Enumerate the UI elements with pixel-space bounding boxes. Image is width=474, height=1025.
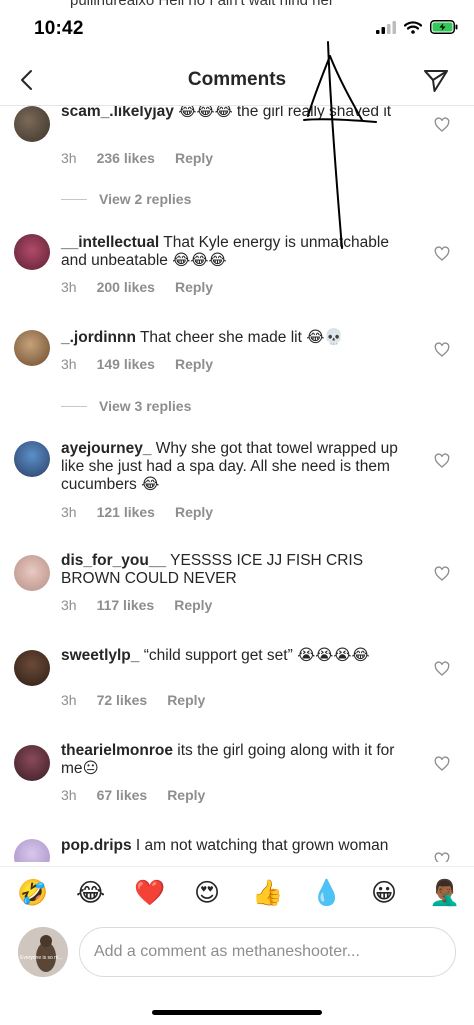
comment-time: 3h	[61, 504, 77, 520]
comment-likes[interactable]: 149 likes	[97, 356, 155, 372]
avatar[interactable]	[14, 650, 50, 686]
avatar-caption: Everyone is so m...	[20, 955, 63, 961]
view-replies-label[interactable]: View 3 replies	[99, 398, 191, 414]
tears-of-joy-emoji-icon[interactable]: 😂	[76, 879, 105, 907]
comment-body: __intellectual That Kyle energy is unmat…	[61, 234, 416, 270]
avatar[interactable]	[14, 330, 50, 366]
reply-button[interactable]: Reply	[174, 597, 212, 613]
red-heart-emoji-icon[interactable]: ❤️	[134, 879, 165, 907]
like-heart-icon[interactable]	[434, 852, 450, 862]
rofl-emoji-icon[interactable]: 🤣	[17, 879, 48, 907]
comment-meta: 3h 149 likes Reply	[61, 356, 213, 372]
comment-time: 3h	[61, 692, 77, 708]
comment-time: 3h	[61, 597, 77, 613]
wifi-icon	[404, 20, 422, 34]
comment-username[interactable]: dis_for_you__	[61, 552, 166, 569]
like-heart-icon[interactable]	[434, 661, 450, 677]
like-heart-icon[interactable]	[434, 342, 450, 358]
reply-button[interactable]: Reply	[167, 787, 205, 803]
quick-emoji-bar: 🤣 😂 ❤️ 😍 👍 💧 😀 🤦🏾‍♂️	[0, 866, 474, 918]
comment-likes[interactable]: 72 likes	[97, 692, 148, 708]
view-replies-button[interactable]: View 3 replies	[61, 398, 191, 414]
comment-meta: 3h 236 likes Reply	[61, 150, 213, 166]
comment-likes[interactable]: 200 likes	[97, 279, 155, 295]
replies-divider	[61, 405, 87, 407]
avatar[interactable]	[14, 839, 50, 862]
comment-text: “child support get set” 😭😭😭😂	[143, 647, 370, 664]
cut-off-comment-text: pullinurealxo Hell no I ain't wait hind …	[70, 0, 334, 9]
cellular-signal-icon	[376, 20, 396, 34]
comment-likes[interactable]: 236 likes	[97, 150, 155, 166]
comment-text: 😂😂😂 the girl really shaved it	[178, 106, 392, 120]
avatar[interactable]	[14, 441, 50, 477]
reply-button[interactable]: Reply	[175, 279, 213, 295]
avatar-photo	[18, 927, 68, 977]
comment-text: That cheer she made lit 😂💀	[139, 329, 344, 346]
comment-username[interactable]: pop.drips	[61, 837, 132, 854]
status-bar: pullinurealxo Hell no I ain't wait hind …	[0, 0, 474, 56]
comment-username[interactable]: _.jordinnn	[61, 329, 136, 346]
comment-meta: 3h 67 likes Reply	[61, 787, 205, 803]
send-paper-plane-icon[interactable]	[422, 66, 450, 94]
avatar[interactable]	[14, 234, 50, 270]
comment-meta: 3h 117 likes Reply	[61, 597, 212, 613]
replies-divider	[61, 198, 87, 200]
comment-list[interactable]: scam_.likelyjay 😂😂😂 the girl really shav…	[0, 106, 474, 862]
avatar[interactable]	[14, 555, 50, 591]
reply-button[interactable]: Reply	[175, 504, 213, 520]
comment-body: pop.drips I am not watching that grown w…	[61, 837, 416, 855]
comment-time: 3h	[61, 356, 77, 372]
comment-username[interactable]: __intellectual	[61, 234, 159, 251]
current-user-avatar[interactable]: Everyone is so m...	[18, 927, 68, 977]
like-heart-icon[interactable]	[434, 453, 450, 469]
comment-time: 3h	[61, 787, 77, 803]
thumbs-up-emoji-icon[interactable]: 👍	[252, 879, 283, 907]
like-heart-icon[interactable]	[434, 246, 450, 262]
comment-username[interactable]: thearielmonroe	[61, 742, 173, 759]
comment-meta: 3h 200 likes Reply	[61, 279, 213, 295]
comment-body: ayejourney_ Why she got that towel wrapp…	[61, 440, 416, 494]
view-replies-label[interactable]: View 2 replies	[99, 191, 191, 207]
comments-header: Comments	[0, 56, 474, 106]
like-heart-icon[interactable]	[434, 566, 450, 582]
comment-text: I am not watching that grown woman	[135, 837, 389, 854]
clock: 10:42	[34, 18, 84, 39]
reply-button[interactable]: Reply	[175, 150, 213, 166]
like-heart-icon[interactable]	[434, 117, 450, 133]
droplet-emoji-icon[interactable]: 💧	[311, 879, 342, 907]
comment-body: dis_for_you__ YESSSS ICE JJ FISH CRIS BR…	[61, 552, 416, 588]
comment-body: _.jordinnn That cheer she made lit 😂💀	[61, 329, 416, 347]
comment-likes[interactable]: 121 likes	[97, 504, 155, 520]
avatar[interactable]	[14, 106, 50, 142]
comment-likes[interactable]: 117 likes	[97, 597, 155, 613]
home-indicator[interactable]	[152, 1010, 322, 1015]
comment-input[interactable]	[79, 927, 456, 977]
comment-meta: 3h 72 likes Reply	[61, 692, 205, 708]
comment-body: thearielmonroe its the girl going along …	[61, 742, 416, 778]
reply-button[interactable]: Reply	[175, 356, 213, 372]
heart-eyes-emoji-icon[interactable]: 😍	[193, 879, 221, 907]
comment-time: 3h	[61, 279, 77, 295]
view-replies-button[interactable]: View 2 replies	[61, 191, 191, 207]
comment-username[interactable]: ayejourney_	[61, 440, 151, 457]
avatar[interactable]	[14, 745, 50, 781]
comment-username[interactable]: sweetlylp_	[61, 647, 139, 664]
comment-time: 3h	[61, 150, 77, 166]
reply-button[interactable]: Reply	[167, 692, 205, 708]
like-heart-icon[interactable]	[434, 756, 450, 772]
battery-charging-icon	[430, 20, 458, 34]
comment-username[interactable]: scam_.likelyjay	[61, 106, 174, 120]
page-title: Comments	[187, 69, 287, 90]
grinning-emoji-icon[interactable]: 😀	[370, 879, 398, 907]
comment-meta: 3h 121 likes Reply	[61, 504, 213, 520]
system-icons	[376, 20, 458, 34]
comment-body: scam_.likelyjay 😂😂😂 the girl really shav…	[61, 106, 416, 121]
comment-likes[interactable]: 67 likes	[97, 787, 148, 803]
comment-body: sweetlylp_ “child support get set” 😭😭😭😂	[61, 647, 416, 665]
facepalm-emoji-icon[interactable]: 🤦🏾‍♂️	[429, 879, 460, 907]
comment-composer: Everyone is so m...	[0, 924, 474, 986]
